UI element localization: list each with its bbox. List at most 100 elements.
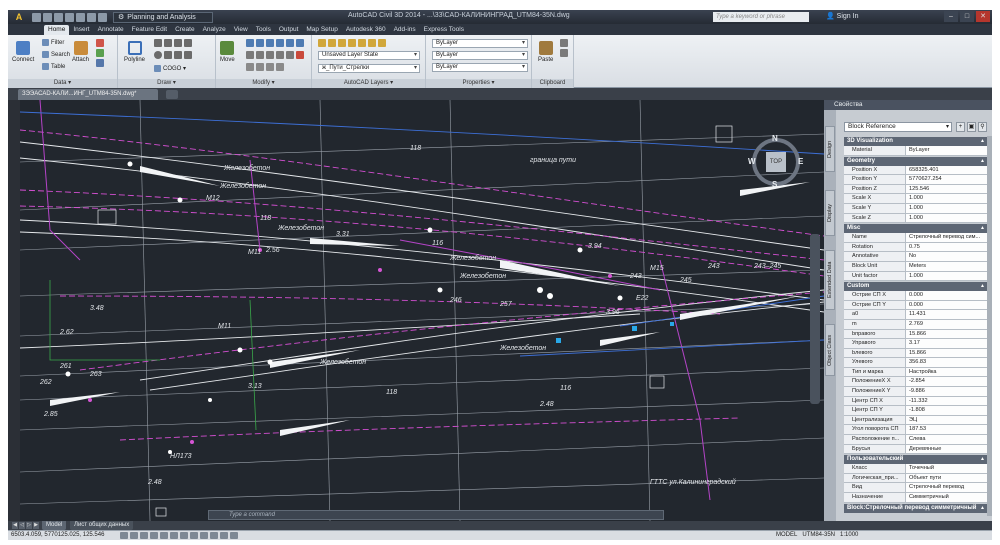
document-tab[interactable]: ЗЭЭАСАD-КАЛИ...ИНГ_UTM84-35N.dwg* bbox=[18, 89, 158, 100]
compass-south[interactable]: S bbox=[772, 180, 777, 189]
open-icon[interactable] bbox=[43, 12, 52, 22]
tab-annotate[interactable]: Annotate bbox=[94, 25, 128, 35]
toggle-pickadd-icon[interactable]: + bbox=[956, 122, 965, 132]
layer-properties-icon[interactable] bbox=[318, 39, 326, 47]
last-layout-icon[interactable]: ▶ bbox=[33, 522, 39, 529]
property-row[interactable]: Rotation 0.75 bbox=[844, 242, 988, 253]
viewcube[interactable]: TOP N S W E bbox=[748, 134, 804, 190]
copy-icon[interactable] bbox=[246, 39, 254, 47]
workspace-selector[interactable]: ⚙ Planning and Analysis bbox=[113, 11, 213, 23]
section-block[interactable]: Block:Стрелочный перевод симметричный bbox=[844, 503, 988, 513]
tab-extended-data[interactable]: Extended Data bbox=[825, 250, 835, 310]
property-row[interactable]: Улевого 356.83 bbox=[844, 358, 988, 368]
tab-autodesk-360[interactable]: Autodesk 360 bbox=[342, 25, 390, 35]
snap-icon[interactable] bbox=[120, 532, 128, 539]
compass-north[interactable]: N bbox=[772, 134, 778, 143]
layer-off-icon[interactable] bbox=[348, 39, 356, 47]
property-row[interactable]: m 2.769 bbox=[844, 319, 988, 330]
coordinate-system[interactable]: UTM84-35N bbox=[802, 531, 835, 540]
data-panel-title[interactable]: Data ▾ bbox=[8, 79, 117, 88]
property-row[interactable]: Unit factor 1.000 bbox=[844, 271, 988, 282]
property-row[interactable]: Логическая_при... Объект пути bbox=[844, 473, 988, 484]
spline-icon[interactable] bbox=[174, 39, 182, 47]
grid-icon[interactable] bbox=[130, 532, 138, 539]
annotation-scale[interactable]: 1:1000 bbox=[840, 531, 858, 540]
lineweight-icon[interactable] bbox=[200, 532, 208, 539]
property-row[interactable]: Острие СП Y 0.000 bbox=[844, 300, 988, 311]
compass-east[interactable]: E bbox=[798, 157, 803, 166]
line-icon[interactable] bbox=[154, 39, 162, 47]
property-row[interactable]: Block Unit Meters bbox=[844, 261, 988, 272]
array-icon[interactable] bbox=[276, 51, 284, 59]
rotate-icon[interactable] bbox=[256, 39, 264, 47]
property-row[interactable]: Брусья Деревянные bbox=[844, 444, 988, 455]
sign-in-button[interactable]: 👤 Sign In bbox=[826, 12, 858, 20]
layer-icon[interactable] bbox=[96, 49, 104, 57]
chamfer-icon[interactable] bbox=[266, 63, 274, 71]
property-row[interactable]: bлевого 15.866 bbox=[844, 348, 988, 359]
undo-icon[interactable] bbox=[87, 12, 96, 22]
attach-button[interactable]: Attach bbox=[72, 41, 89, 63]
property-row[interactable]: ПоложениеX X -2.854 bbox=[844, 377, 988, 388]
application-menu-button[interactable]: A bbox=[8, 10, 30, 24]
join-icon[interactable] bbox=[246, 63, 254, 71]
tab-display[interactable]: Display bbox=[825, 190, 835, 236]
ray-icon[interactable] bbox=[184, 39, 192, 47]
polar-icon[interactable] bbox=[150, 532, 158, 539]
section-3d-visualization[interactable]: 3D Visualization bbox=[844, 137, 988, 146]
minimize-button[interactable]: – bbox=[944, 11, 958, 22]
section-geometry[interactable]: Geometry bbox=[844, 156, 988, 166]
property-row[interactable]: Центр СП Y -1.808 bbox=[844, 406, 988, 416]
new-icon[interactable] bbox=[32, 12, 41, 22]
viewcube-top-face[interactable]: TOP bbox=[766, 152, 786, 172]
stretch-icon[interactable] bbox=[286, 39, 294, 47]
cogo-button[interactable]: COGO ▾ bbox=[154, 65, 186, 72]
hatch-icon[interactable] bbox=[184, 51, 192, 59]
maximize-button[interactable]: □ bbox=[960, 11, 974, 22]
explode-icon[interactable] bbox=[286, 51, 294, 59]
layer-lock-icon[interactable] bbox=[338, 39, 346, 47]
properties-panel-title[interactable]: Properties ▾ bbox=[426, 79, 531, 88]
next-layout-icon[interactable]: ▷ bbox=[26, 522, 32, 529]
rectangle-icon[interactable] bbox=[174, 51, 182, 59]
coordinate-readout[interactable]: 6503.4.059, 5770125.025, 125.546 bbox=[11, 531, 104, 540]
section-misc[interactable]: Misc bbox=[844, 224, 988, 234]
mirror-icon[interactable] bbox=[266, 39, 274, 47]
tab-feature-edit[interactable]: Feature Edit bbox=[128, 25, 171, 35]
color-select[interactable]: ByLayer bbox=[432, 39, 528, 48]
property-row[interactable]: bправого 15.866 bbox=[844, 329, 988, 340]
property-row[interactable]: Name Стрелочный перевод сим... bbox=[844, 233, 988, 243]
osnap-icon[interactable] bbox=[160, 532, 168, 539]
tab-home[interactable]: Home bbox=[44, 25, 70, 35]
property-row[interactable]: Position Z 125.546 bbox=[844, 184, 988, 195]
property-row[interactable]: a0 11.431 bbox=[844, 310, 988, 320]
tab-create[interactable]: Create bbox=[171, 25, 199, 35]
redo-icon[interactable] bbox=[98, 12, 107, 22]
circle-icon[interactable] bbox=[154, 51, 162, 59]
print-icon[interactable] bbox=[76, 12, 85, 22]
transparency-icon[interactable] bbox=[210, 532, 218, 539]
search-input[interactable]: Type a keyword or phrase bbox=[713, 12, 809, 22]
connect-button[interactable]: Connect bbox=[12, 41, 34, 63]
tab-design[interactable]: Design bbox=[825, 126, 835, 172]
arc-icon[interactable] bbox=[164, 39, 172, 47]
tab-add-ins[interactable]: Add-ins bbox=[390, 25, 420, 35]
tab-analyze[interactable]: Analyze bbox=[199, 25, 230, 35]
properties-title[interactable]: Свойства bbox=[824, 100, 992, 110]
selection-cycling-icon[interactable] bbox=[230, 532, 238, 539]
property-row[interactable]: Position X 658325.401 bbox=[844, 165, 988, 176]
dyn-icon[interactable] bbox=[190, 532, 198, 539]
property-row[interactable]: Вид Стрелочный перевод bbox=[844, 483, 988, 493]
map-icon[interactable] bbox=[96, 39, 104, 47]
style-icon[interactable] bbox=[96, 59, 104, 67]
property-row[interactable]: Центр СП X -11.332 bbox=[844, 396, 988, 407]
layers-panel-title[interactable]: AutoCAD Layers ▾ bbox=[312, 79, 425, 88]
property-row[interactable]: Тип и марка Настройка bbox=[844, 367, 988, 378]
property-row[interactable]: Управого 3.17 bbox=[844, 339, 988, 349]
tab-insert[interactable]: Insert bbox=[69, 25, 93, 35]
property-row[interactable]: Scale Y 1.000 bbox=[844, 203, 988, 214]
layer-isolate-icon[interactable] bbox=[358, 39, 366, 47]
search-button[interactable]: Search bbox=[42, 51, 70, 58]
section-user-defined[interactable]: Пользовательский bbox=[844, 455, 988, 465]
compass-west[interactable]: W bbox=[748, 157, 756, 166]
